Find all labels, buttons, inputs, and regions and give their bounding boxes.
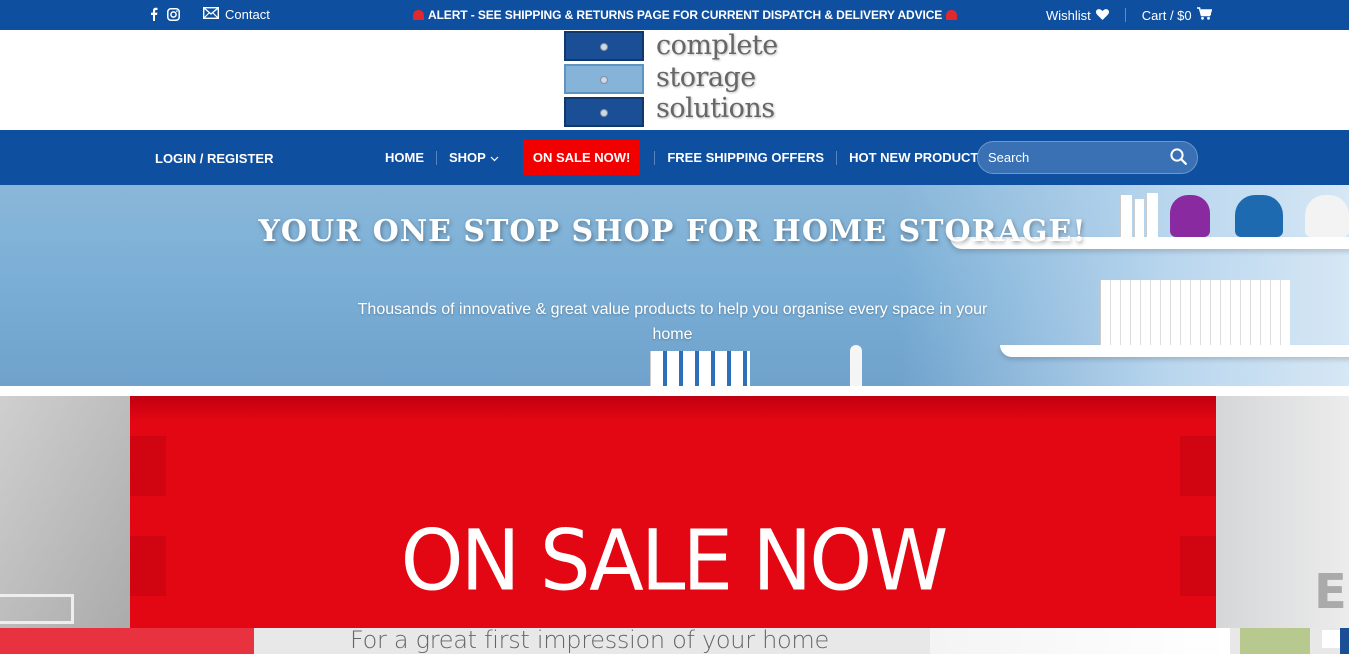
vase	[850, 345, 862, 386]
book-row	[650, 351, 750, 386]
top-bar: Contact ALERT - SEE SHIPPING & RETURNS P…	[0, 0, 1349, 30]
logo-drawer	[564, 64, 644, 94]
logo-word: complete	[656, 30, 778, 61]
promo-headline: ON SALE NOW	[400, 511, 949, 610]
logo-word: solutions	[656, 93, 775, 124]
strip-text: For a great first impression of your hom…	[350, 628, 829, 654]
book-row	[1100, 280, 1290, 345]
siren-icon	[946, 10, 958, 20]
nav-menu: HOME SHOP ON SALE NOW! FREE SHIPPING OFF…	[385, 140, 999, 175]
wishlist-label: Wishlist	[1046, 7, 1091, 23]
nav-item-home[interactable]: HOME	[385, 140, 436, 175]
hero-title: YOUR ONE STOP SHOP FOR HOME STORAGE!	[258, 214, 1087, 249]
siren-icon	[413, 10, 424, 20]
search-icon[interactable]	[1170, 147, 1187, 168]
nav-item-label: SHOP	[449, 150, 486, 165]
promo-side-image: E	[1216, 396, 1349, 654]
nav-item-hot-new-products[interactable]: HOT NEW PRODUCTS	[837, 140, 999, 175]
search-bar	[977, 141, 1198, 174]
logo-word: storage	[656, 62, 756, 93]
promo-side-image	[0, 396, 130, 654]
strip-block	[1322, 630, 1340, 648]
cart-label: Cart / $0	[1141, 7, 1192, 23]
promo-panel: ON SALE NOW	[130, 396, 1216, 654]
promo-stripe	[130, 436, 166, 496]
social-links	[150, 7, 180, 24]
logo-drawer	[564, 31, 644, 61]
nav-item-shop[interactable]: SHOP	[437, 140, 511, 175]
strip-block	[1340, 628, 1349, 654]
divider	[1124, 8, 1126, 22]
site-logo[interactable]: complete storage solutions	[564, 31, 794, 129]
nav-item-free-shipping[interactable]: FREE SHIPPING OFFERS	[655, 140, 836, 175]
main-nav: LOGIN / REGISTER HOME SHOP ON SALE NOW! …	[0, 130, 1349, 185]
promo-slider[interactable]: ON SALE NOW E	[0, 396, 1349, 654]
alert-banner: ALERT - SEE SHIPPING & RETURNS PAGE FOR …	[413, 8, 958, 22]
account-links: Wishlist Cart / $0	[1046, 7, 1213, 23]
hero-subtitle: Thousands of innovative & great value pr…	[357, 301, 988, 343]
shelf	[1000, 345, 1349, 357]
picture-frame	[0, 594, 74, 624]
search-input[interactable]	[988, 150, 1170, 165]
promo-stripe	[1180, 436, 1216, 496]
facebook-icon[interactable]	[150, 7, 158, 24]
contact-label: Contact	[225, 7, 270, 22]
chevron-down-icon	[490, 150, 499, 165]
cart-icon	[1196, 7, 1213, 23]
login-register-link[interactable]: LOGIN / REGISTER	[155, 151, 273, 166]
heart-icon	[1095, 8, 1109, 23]
next-slide-strip: For a great first impression of your hom…	[0, 628, 1349, 654]
contact-link[interactable]: Contact	[202, 6, 270, 22]
alert-text: ALERT - SEE SHIPPING & RETURNS PAGE FOR …	[428, 8, 943, 22]
strip-block	[930, 628, 1230, 654]
strip-block	[0, 628, 254, 654]
instagram-icon[interactable]	[167, 7, 180, 24]
wishlist-link[interactable]: Wishlist	[1046, 8, 1109, 23]
cart-link[interactable]: Cart / $0	[1141, 7, 1213, 23]
plant-image	[1240, 628, 1310, 654]
hero-banner: YOUR ONE STOP SHOP FOR HOME STORAGE! Tho…	[0, 185, 1349, 386]
envelope-icon	[202, 6, 220, 22]
nav-item-on-sale[interactable]: ON SALE NOW!	[522, 140, 641, 175]
promo-side-letter: E	[1314, 564, 1347, 620]
promo-band	[130, 396, 1216, 420]
logo-drawer	[564, 97, 644, 127]
